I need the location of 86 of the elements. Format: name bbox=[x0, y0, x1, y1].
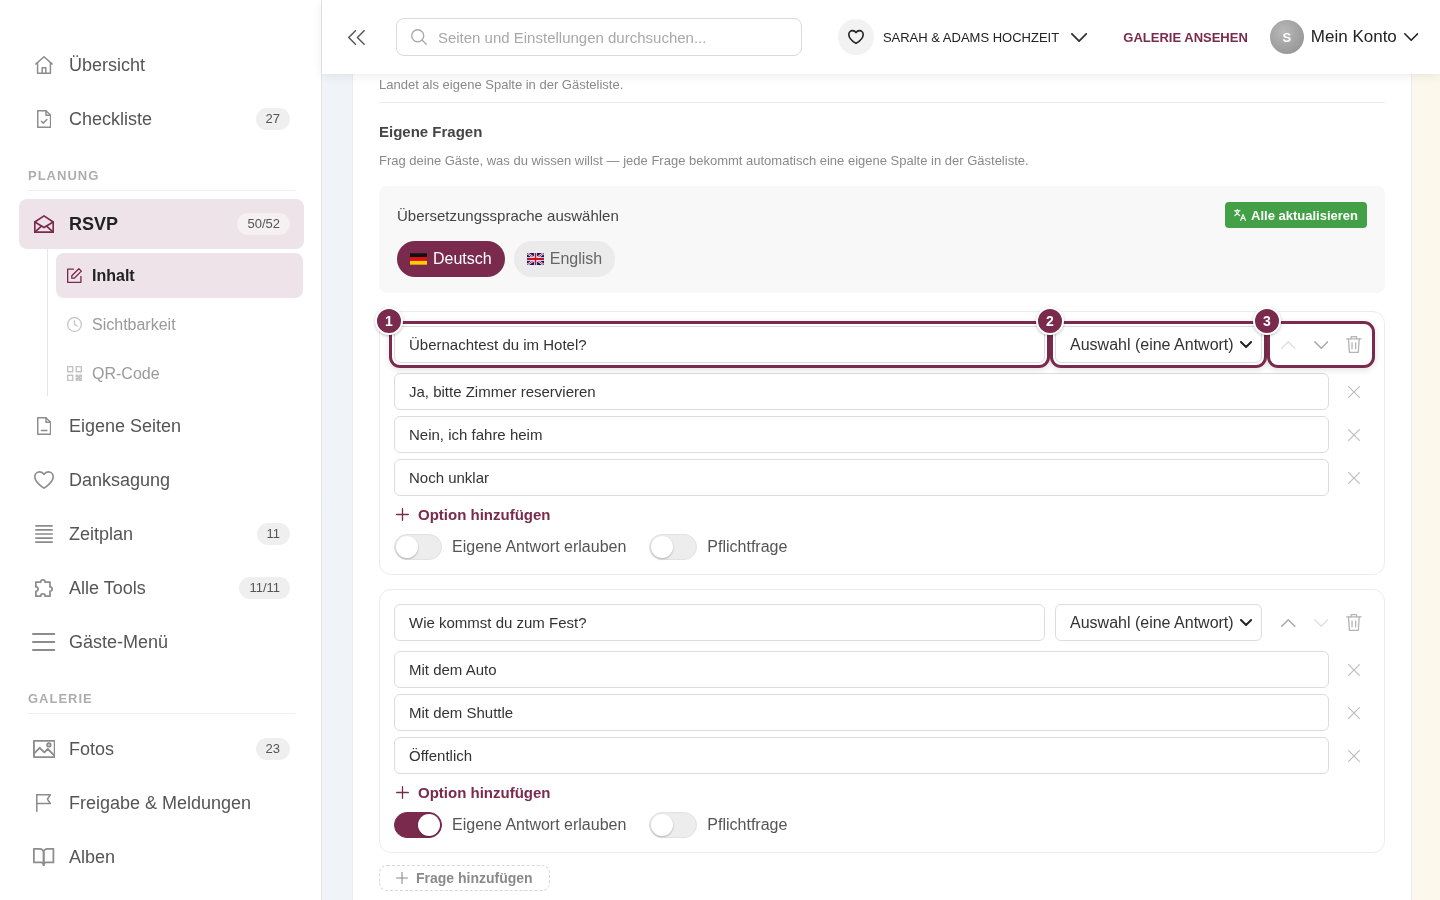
german-flag-icon bbox=[410, 253, 427, 265]
translate-icon bbox=[1234, 209, 1247, 221]
option-field[interactable]: Nein, ich fahre heim bbox=[394, 416, 1329, 453]
section-heading: GALERIE bbox=[28, 691, 295, 714]
nav-item[interactable]: Freigabe & Meldungen bbox=[19, 776, 304, 830]
trash-icon[interactable] bbox=[1345, 614, 1362, 631]
document-icon bbox=[36, 417, 52, 435]
toggle-label: Pflichtfrage bbox=[707, 538, 788, 556]
close-icon[interactable] bbox=[1347, 663, 1360, 676]
avatar: S bbox=[1269, 20, 1304, 54]
search-field[interactable]: Seiten und Einstellungen durchsuchen... bbox=[395, 18, 802, 56]
language-tab[interactable]: English bbox=[513, 241, 616, 277]
close-icon[interactable] bbox=[1347, 706, 1360, 719]
clock-icon bbox=[66, 317, 82, 332]
image-icon bbox=[32, 740, 56, 758]
option-field[interactable]: Noch unklar bbox=[394, 459, 1329, 496]
document-check-icon bbox=[36, 110, 52, 128]
nav-item[interactable]: Alben bbox=[19, 830, 304, 884]
nav-item[interactable]: Übersicht bbox=[19, 38, 304, 92]
chevron-down-icon bbox=[1403, 33, 1419, 41]
trash-icon[interactable] bbox=[1345, 336, 1362, 353]
step-badge: 3 bbox=[1253, 307, 1281, 335]
envelope-icon bbox=[34, 215, 54, 233]
language-tab[interactable]: Deutsch bbox=[397, 241, 505, 277]
house-icon bbox=[35, 56, 53, 74]
nav-item[interactable]: Zeitplan 11 bbox=[19, 507, 304, 561]
hint-text: Landet als eigene Spalte in der Gästeliste. bbox=[379, 77, 625, 93]
step-badge: 1 bbox=[375, 307, 403, 335]
book-icon bbox=[33, 848, 55, 866]
nav-item[interactable]: Fotos 23 bbox=[19, 722, 304, 776]
british-flag-icon bbox=[526, 253, 544, 265]
double-chevron-icon[interactable] bbox=[348, 29, 365, 45]
count-badge: 50/52 bbox=[237, 213, 290, 235]
chevron-up-icon[interactable] bbox=[1281, 618, 1296, 627]
plus-icon bbox=[396, 785, 409, 799]
nav-item[interactable]: Eigene Seiten bbox=[19, 399, 304, 453]
nav-item[interactable]: Alle Tools 11/11 bbox=[19, 561, 304, 615]
add-option-button[interactable]: Option hinzufügen bbox=[394, 782, 551, 802]
flag-icon bbox=[36, 794, 52, 812]
chevron-down-icon bbox=[1239, 341, 1252, 348]
puzzle-icon bbox=[35, 579, 53, 597]
nav-item[interactable]: Danksagung bbox=[19, 453, 304, 507]
toggle-label: Eigene Antwort erlauben bbox=[452, 816, 627, 834]
option-field[interactable]: Öffentlich bbox=[394, 737, 1329, 774]
close-icon[interactable] bbox=[1347, 428, 1360, 441]
gallery-link[interactable]: GALERIE ANSEHEN bbox=[1123, 29, 1248, 45]
toggle-label: Eigene Antwort erlauben bbox=[452, 538, 627, 556]
count-badge: 23 bbox=[255, 738, 290, 760]
event-selector[interactable]: SARAH & ADAMS HOCHZEIT bbox=[837, 19, 1088, 55]
close-icon[interactable] bbox=[1347, 471, 1360, 484]
nav-subitem[interactable]: Inhalt bbox=[56, 253, 303, 298]
section-title: Eigene Fragen bbox=[379, 123, 484, 141]
menu-icon bbox=[32, 633, 56, 651]
section-description: Frag deine Gäste, was du wissen willst — jede Frage bekommt automatisch eine eigene Spalte in der Gästeliste. bbox=[379, 153, 1030, 169]
search-icon bbox=[410, 29, 427, 45]
plus-icon bbox=[396, 507, 409, 521]
nav-item[interactable]: RSVP 50/52 bbox=[19, 199, 304, 249]
qr-code-icon bbox=[66, 366, 82, 381]
chevron-down-icon bbox=[1239, 619, 1252, 626]
step-badge: 2 bbox=[1036, 307, 1064, 335]
add-option-button[interactable]: Option hinzufügen bbox=[394, 504, 551, 524]
question-field[interactable]: Übernachtest du im Hotel? bbox=[394, 326, 1045, 363]
toggle-label: Pflichtfrage bbox=[707, 816, 788, 834]
nav-item[interactable]: Checkliste 27 bbox=[19, 92, 304, 146]
count-badge: 11 bbox=[256, 523, 290, 545]
list-icon bbox=[35, 525, 53, 543]
option-field[interactable]: Mit dem Shuttle bbox=[394, 694, 1329, 731]
pencil-icon bbox=[66, 268, 82, 283]
answer-type-select[interactable]: Auswahl (eine Antwort) bbox=[1055, 326, 1262, 363]
close-icon[interactable] bbox=[1347, 749, 1360, 762]
option-field[interactable]: Ja, bitte Zimmer reservieren bbox=[394, 373, 1329, 410]
question-field[interactable]: Wie kommst du zum Fest? bbox=[394, 604, 1045, 641]
close-icon[interactable] bbox=[1347, 385, 1360, 398]
answer-type-select[interactable]: Auswahl (eine Antwort) bbox=[1055, 604, 1262, 641]
count-badge: 27 bbox=[255, 108, 290, 130]
chevron-down-icon[interactable] bbox=[1313, 340, 1329, 349]
toggle-switch[interactable] bbox=[394, 812, 442, 838]
account-menu-button[interactable]: S Mein Konto bbox=[1269, 20, 1419, 54]
section-heading: PLANUNG bbox=[28, 168, 295, 191]
nav-item[interactable]: Gäste-Menü bbox=[19, 615, 304, 669]
panel-title: Übersetzungssprache auswählen bbox=[397, 206, 619, 224]
heart-icon bbox=[34, 471, 54, 489]
count-badge: 11/11 bbox=[239, 577, 290, 599]
plus-icon bbox=[396, 872, 408, 884]
option-field[interactable]: Mit dem Auto bbox=[394, 651, 1329, 688]
chevron-down-icon bbox=[1071, 32, 1088, 42]
